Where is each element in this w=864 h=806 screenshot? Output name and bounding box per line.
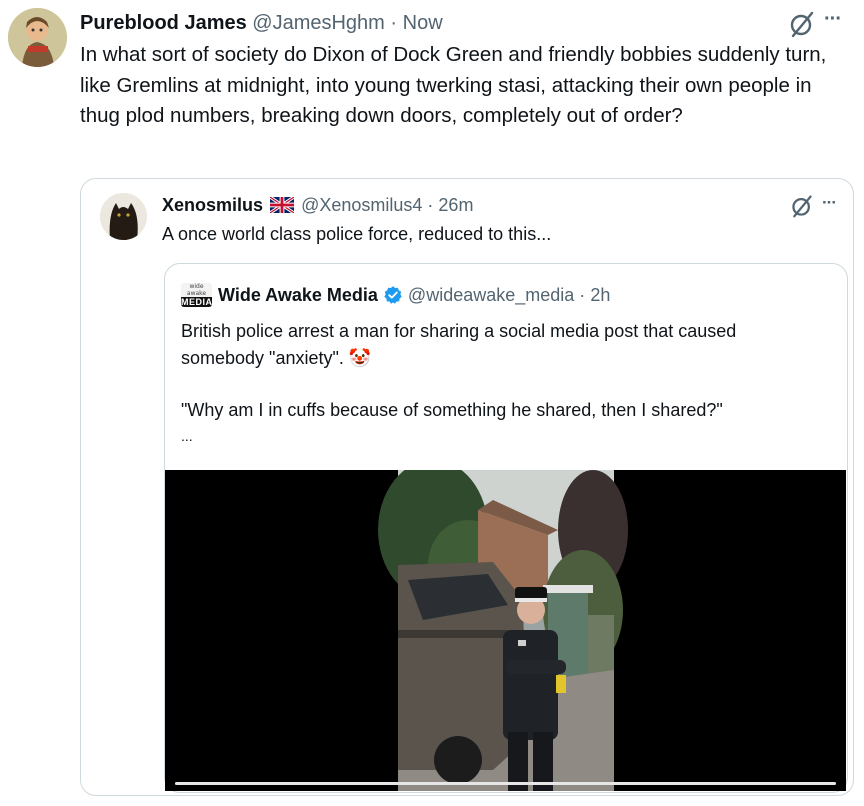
main-handle[interactable]: @JamesHghm — [252, 12, 385, 34]
main-separator: · — [390, 12, 398, 34]
uk-flag-icon — [269, 195, 295, 215]
main-display-name[interactable]: Pureblood James — [80, 12, 247, 34]
nested-quote-header: Wide Awake Media @wideawake_media · 2h — [218, 283, 610, 307]
nested-ellipsis: ... — [181, 428, 193, 444]
quoted-handle[interactable]: @Xenosmilus4 — [301, 195, 422, 215]
slashed-circle-icon — [792, 195, 812, 218]
panther-avatar-icon — [100, 193, 147, 240]
quoted-grok-button[interactable] — [790, 194, 814, 218]
nested-text-line2-row: somebody "anxiety". 🤡 — [181, 346, 371, 370]
main-avatar[interactable] — [8, 8, 67, 67]
quoted-avatar[interactable] — [100, 193, 147, 240]
quoted-separator: · — [427, 195, 434, 215]
nested-handle[interactable]: @wideawake_media — [408, 285, 574, 305]
quoted-display-name[interactable]: Xenosmilus — [162, 195, 263, 215]
nested-avatar-small-label: wide awake — [186, 283, 207, 297]
main-grok-button[interactable] — [788, 10, 816, 38]
nested-avatar-label: MEDIA — [181, 297, 212, 307]
quoted-tweet-header: Xenosmilus @Xenosmilus4 · 26m — [162, 193, 473, 217]
slashed-circle-icon — [790, 11, 814, 38]
cartoon-avatar-icon — [8, 8, 67, 67]
nested-separator: · — [579, 285, 586, 305]
main-timestamp[interactable]: Now — [403, 12, 443, 34]
nested-display-name[interactable]: Wide Awake Media — [218, 285, 378, 305]
main-tweet-header: Pureblood James @JamesHghm · Now — [80, 10, 443, 36]
video-frame — [165, 470, 846, 791]
clown-emoji-icon: 🤡 — [348, 348, 372, 368]
nested-timestamp[interactable]: 2h — [590, 285, 610, 305]
quoted-timestamp[interactable]: 26m — [438, 195, 473, 215]
video-player[interactable] — [165, 470, 846, 791]
main-tweet-text: In what sort of society do Dixon of Dock… — [80, 43, 827, 127]
quoted-tweet-text: A once world class police force, reduced… — [162, 224, 552, 244]
nested-quote-text: "Why am I in cuffs because of something … — [181, 400, 723, 420]
nested-text-line2: somebody "anxiety". — [181, 348, 344, 368]
quoted-more-button[interactable]: ··· — [822, 193, 837, 213]
nested-avatar[interactable]: wide awake MEDIA — [181, 283, 212, 307]
main-more-button[interactable]: ··· — [824, 8, 842, 31]
nested-text-line1: British police arrest a man for sharing … — [181, 321, 737, 341]
verified-badge-icon — [384, 286, 402, 304]
